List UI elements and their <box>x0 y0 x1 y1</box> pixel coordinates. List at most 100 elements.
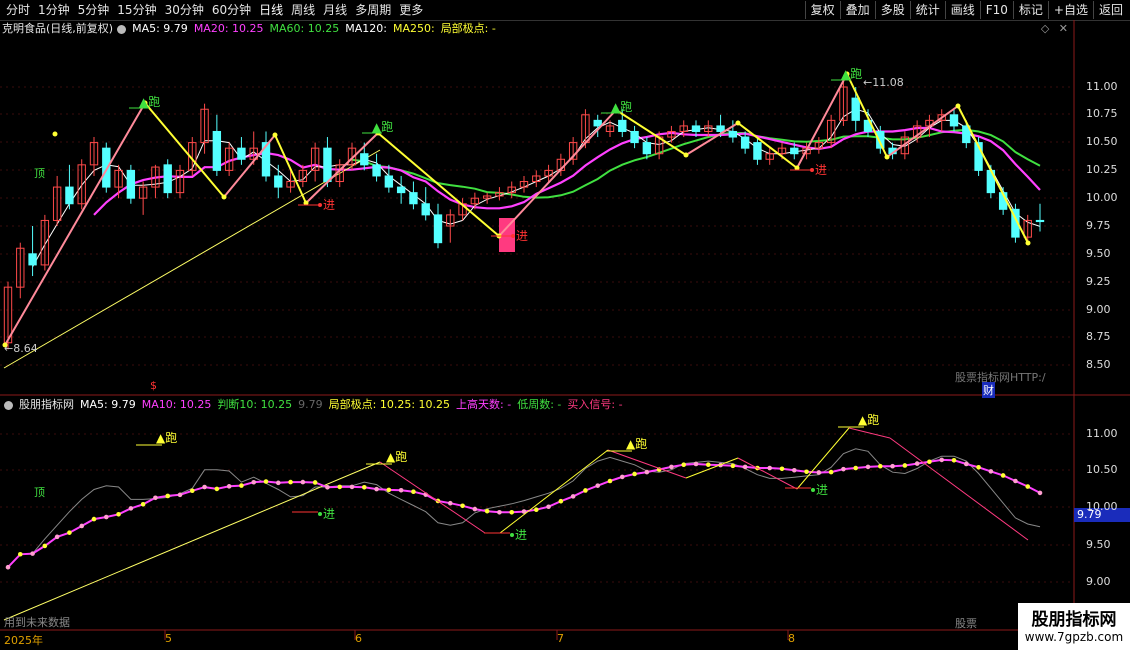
low-price-label: ←8.64 <box>4 342 38 355</box>
dollar-marker: $ <box>150 379 157 392</box>
sub-dot <box>337 484 343 490</box>
enter-marker: 进 <box>815 163 827 177</box>
zigzag-point <box>221 194 227 200</box>
sub-dot <box>91 516 97 522</box>
sub-dot <box>767 465 773 471</box>
sub-dot <box>165 493 171 499</box>
sub-dot <box>988 469 994 474</box>
sub-dot <box>67 530 72 535</box>
sub-enter-marker: 进 <box>816 483 828 497</box>
sub-axis-tick: 9.00 <box>1086 575 1111 588</box>
sub-dot <box>976 465 981 470</box>
zigzag-line <box>4 102 146 346</box>
candle-body <box>65 186 74 205</box>
zigzag-point <box>735 120 741 126</box>
logo-line-2: www.7gpzb.com <box>1024 630 1124 644</box>
date-axis-label: 8 <box>788 632 795 645</box>
sub-dot <box>300 479 306 485</box>
sub-dot <box>275 480 281 486</box>
sub-dot <box>497 509 502 515</box>
sub-dot <box>841 466 846 472</box>
sub-dot <box>251 479 257 485</box>
sub-dot <box>619 474 625 480</box>
price-axis-tick: 9.50 <box>1086 247 1111 260</box>
sub-dot <box>116 511 121 517</box>
sub-dot <box>214 486 220 492</box>
zigzag-point <box>1025 240 1031 246</box>
sub-dot <box>533 507 539 513</box>
sub-zigzag-line <box>848 427 891 439</box>
sub-dot <box>1037 490 1043 496</box>
price-axis-tick: 10.25 <box>1086 163 1118 176</box>
sub-dot <box>189 488 195 494</box>
sub-axis-tick: 10.50 <box>1086 463 1118 476</box>
enter-dot <box>810 168 814 172</box>
sub-dot <box>374 486 379 492</box>
sub-dot <box>312 480 318 485</box>
sub-dot <box>54 534 60 540</box>
sub-top-label: 顶 <box>34 486 45 499</box>
sub-enter-dot <box>510 533 514 537</box>
sub-run-marker: ▲跑 <box>156 431 177 445</box>
sub-dot <box>877 463 883 469</box>
kline-chart[interactable]: ▲跑▲跑▲跑▲跑进进进▲跑▲跑▲跑▲跑进进进 <box>0 0 1130 650</box>
sub-dot <box>963 461 969 467</box>
logo-line-1: 股朋指标网 <box>1031 610 1117 630</box>
date-axis-label: 2025年 <box>4 634 43 647</box>
sub-dot <box>447 500 453 506</box>
sub-dot <box>386 487 392 493</box>
sub-dot <box>583 488 588 493</box>
price-axis-tick: 9.00 <box>1086 303 1111 316</box>
sub-dot <box>42 543 48 549</box>
candle-body <box>28 253 37 266</box>
candle-body <box>323 147 332 183</box>
sub-dot <box>681 462 687 468</box>
zigzag-line <box>274 134 307 204</box>
run-marker: ▲跑 <box>611 100 632 114</box>
sub-dot <box>742 464 748 470</box>
candle-body <box>102 147 111 188</box>
sub-axis-tick: 9.50 <box>1086 538 1111 551</box>
sub-dot <box>17 551 23 557</box>
price-axis-tick: 9.75 <box>1086 219 1111 232</box>
high-price-label: ←11.08 <box>863 76 904 89</box>
sub-dot <box>361 484 367 490</box>
sub-dot <box>914 461 920 466</box>
sub-dot <box>509 509 515 515</box>
long-trend-line <box>3 149 381 369</box>
zigzag-line <box>498 109 617 237</box>
enter-marker: 进 <box>516 229 528 243</box>
sub-watermark: 股票 <box>955 617 977 630</box>
price-axis-tick: 11.00 <box>1086 80 1118 93</box>
candle-body <box>949 114 959 127</box>
watermark: 股票指标网HTTP:/ <box>955 371 1046 384</box>
sub-axis-tick: 11.00 <box>1086 427 1118 440</box>
zigzag-line <box>957 105 1029 244</box>
sub-zigzag-line <box>796 427 850 490</box>
sub-axis-tick: 10.00 <box>1086 500 1118 513</box>
sub-dot <box>558 498 564 504</box>
sub-dot <box>288 479 293 485</box>
candle-body <box>274 175 283 188</box>
sub-dot <box>1013 478 1018 484</box>
sub-dot <box>804 469 809 475</box>
sub-run-marker: ▲跑 <box>626 437 647 451</box>
candle-body <box>433 214 443 244</box>
cai-badge: 财 <box>982 382 995 398</box>
sub-enter-dot <box>318 512 322 516</box>
ma20-line <box>93 126 1041 216</box>
sub-dot <box>1000 473 1006 478</box>
sub-dot <box>411 489 416 495</box>
future-data-note: 用到未来数据 <box>4 616 70 629</box>
sub-dot <box>693 461 699 467</box>
run-marker: ▲跑 <box>139 95 160 109</box>
sub-dot <box>1025 484 1031 489</box>
sub-dot <box>595 483 601 488</box>
sub-dot <box>927 459 932 465</box>
run-marker: ▲跑 <box>841 67 862 81</box>
sub-enter-marker: 进 <box>323 507 335 521</box>
candle-body <box>630 130 639 144</box>
candle-body <box>618 119 627 132</box>
sub-run-marker: ▲跑 <box>858 413 879 427</box>
candle-body <box>642 142 652 155</box>
